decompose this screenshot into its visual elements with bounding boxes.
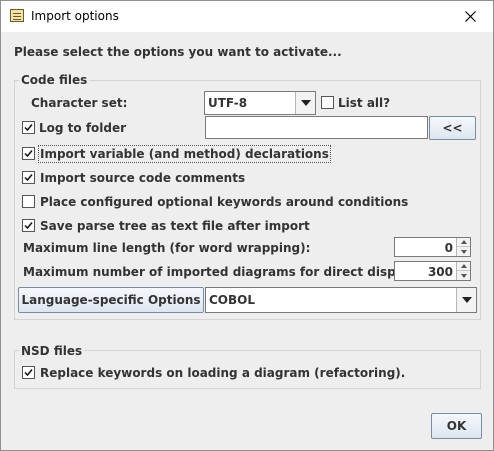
- checkmark-icon: [24, 369, 33, 377]
- chevron-down-icon: [300, 100, 311, 106]
- language-value: COBOL: [209, 293, 256, 307]
- chevron-down-icon: [460, 249, 467, 254]
- checkmark-icon: [24, 124, 33, 132]
- import-declarations-label[interactable]: Import variable (and method) declaration…: [38, 145, 331, 163]
- language-specific-options-button[interactable]: Language-specific Options: [18, 287, 204, 313]
- spinner-down-button[interactable]: [457, 247, 470, 256]
- chevron-down-icon: [460, 273, 467, 278]
- language-select[interactable]: COBOL: [205, 287, 477, 313]
- replace-keywords-checkbox[interactable]: [22, 366, 35, 379]
- max-diagrams-label: Maximum number of imported diagrams for …: [23, 265, 421, 279]
- chevron-up-icon: [460, 264, 467, 268]
- close-button[interactable]: [447, 1, 493, 32]
- optional-keywords-checkbox[interactable]: [22, 195, 35, 208]
- title-bar: Import options: [1, 1, 493, 32]
- import-comments-checkbox[interactable]: [22, 171, 35, 184]
- checkmark-icon: [24, 150, 33, 158]
- chevron-down-icon: [461, 297, 472, 303]
- code-files-group-title: Code files: [19, 73, 90, 87]
- checkmark-icon: [24, 222, 33, 230]
- spinner-up-button[interactable]: [457, 262, 470, 271]
- list-all-checkbox[interactable]: [321, 96, 334, 109]
- charset-label: Character set:: [31, 96, 128, 110]
- charset-select[interactable]: UTF-8: [204, 91, 316, 115]
- max-diagrams-spinner[interactable]: 300: [394, 261, 471, 281]
- close-icon: [464, 11, 476, 22]
- optional-keywords-label[interactable]: Place configured optional keywords aroun…: [40, 195, 408, 209]
- language-dropdown-arrow[interactable]: [456, 288, 476, 312]
- spinner-arrows: [456, 262, 470, 280]
- chevron-up-icon: [460, 240, 467, 244]
- window-title: Import options: [31, 9, 119, 23]
- max-line-length-label: Maximum line length (for word wrapping):: [23, 241, 311, 255]
- charset-dropdown-arrow[interactable]: [295, 92, 315, 114]
- charset-value: UTF-8: [208, 96, 248, 110]
- max-diagrams-value: 300: [427, 265, 453, 279]
- ok-button[interactable]: OK: [431, 413, 482, 439]
- instructions-heading: Please select the options you want to ac…: [14, 45, 342, 59]
- checkmark-icon: [24, 174, 33, 182]
- max-line-length-spinner[interactable]: 0: [394, 237, 471, 257]
- nsd-files-group-title: NSD files: [19, 344, 85, 358]
- replace-keywords-label[interactable]: Replace keywords on loading a diagram (r…: [40, 366, 405, 380]
- import-options-dialog: Import options Please select the options…: [0, 0, 494, 451]
- save-parse-tree-checkbox[interactable]: [22, 219, 35, 232]
- max-line-length-value: 0: [444, 241, 453, 255]
- log-to-folder-checkbox[interactable]: [22, 121, 35, 134]
- log-folder-input[interactable]: [205, 116, 428, 139]
- spinner-down-button[interactable]: [457, 271, 470, 280]
- list-all-label[interactable]: List all?: [338, 96, 390, 110]
- import-declarations-checkbox[interactable]: [22, 147, 35, 160]
- import-options-app-icon: [10, 9, 24, 22]
- spinner-up-button[interactable]: [457, 238, 470, 247]
- import-comments-label[interactable]: Import source code comments: [40, 171, 245, 185]
- browse-folder-button[interactable]: <<: [429, 116, 476, 140]
- log-to-folder-label[interactable]: Log to folder: [39, 121, 126, 135]
- spinner-arrows: [456, 238, 470, 256]
- save-parse-tree-label[interactable]: Save parse tree as text file after impor…: [40, 219, 310, 233]
